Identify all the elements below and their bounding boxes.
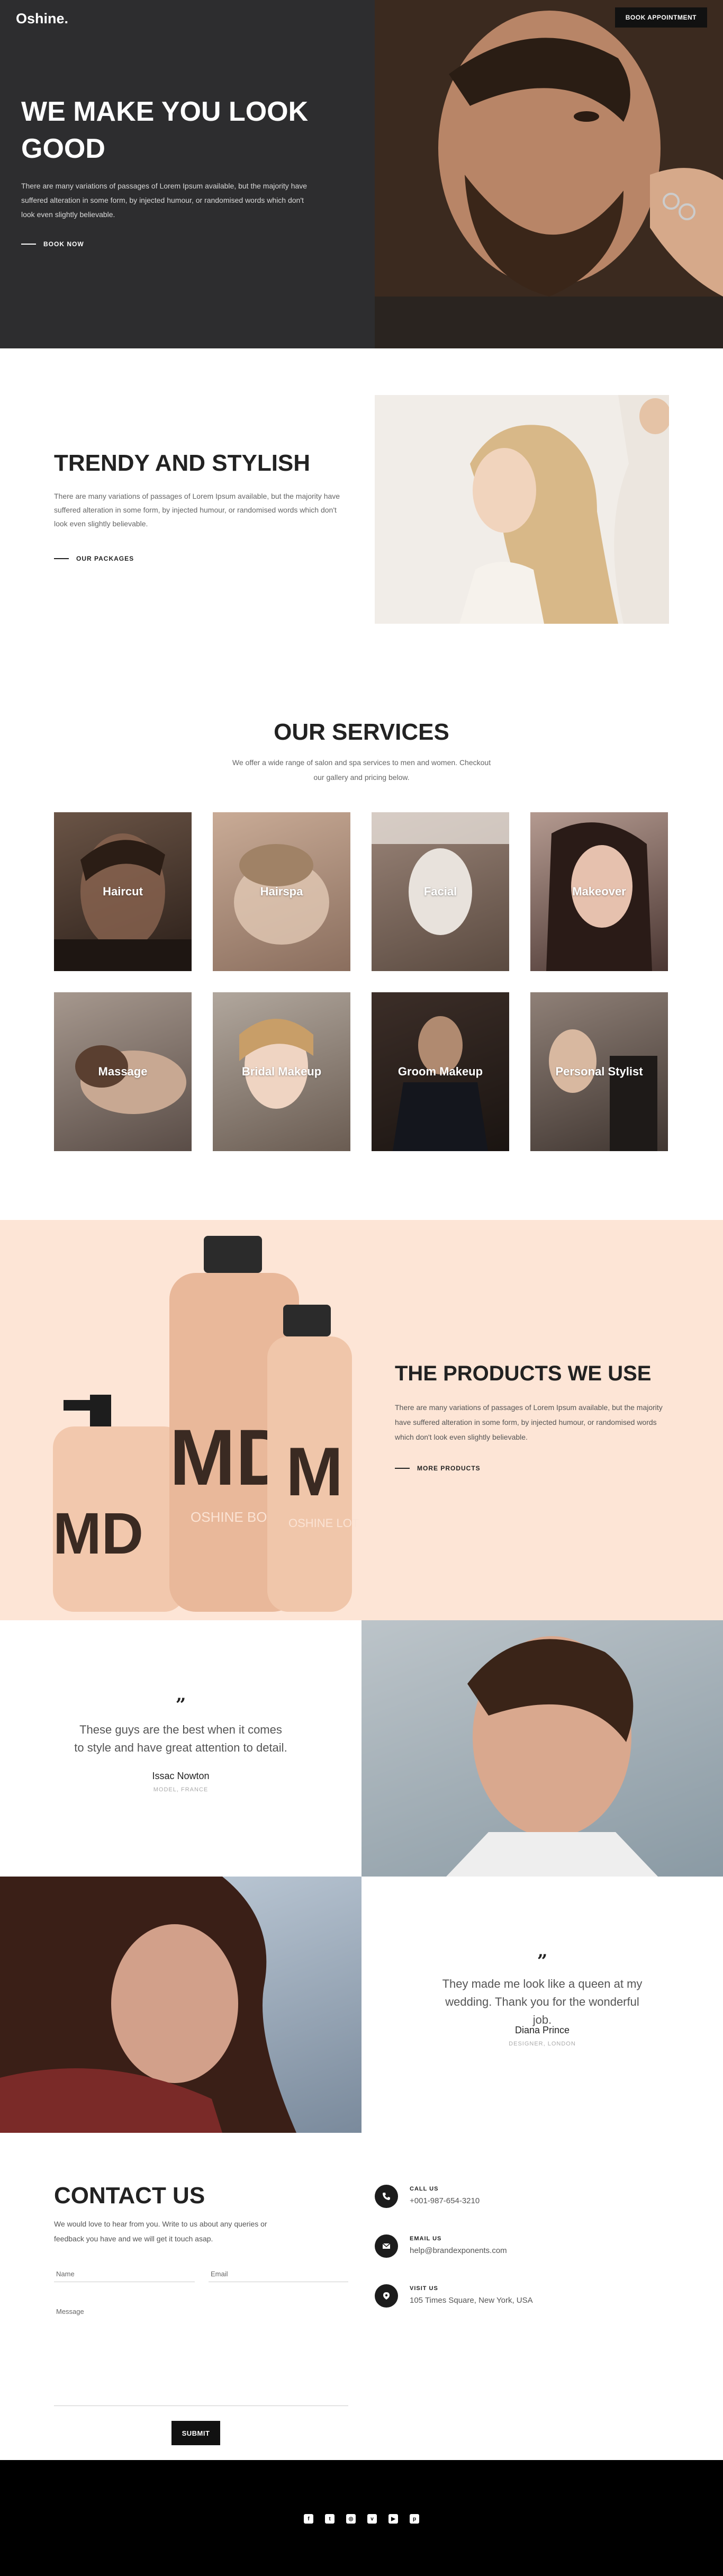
woman-portrait-illustration <box>0 1877 296 2133</box>
testimonial-name: Issac Nowton <box>152 1771 210 1781</box>
contact-item-body: CALL US +001-987-654-3210 <box>410 2185 480 2205</box>
testimonial-name: Diana Prince <box>514 2025 570 2035</box>
testimonial-2-image-woman <box>0 1877 362 2133</box>
testimonial-role: DESIGNER, LONDON <box>509 2041 576 2047</box>
hero-text: There are many variations of passages of… <box>21 182 308 219</box>
products-text: There are many variations of passages of… <box>395 1403 663 1441</box>
trendy-image-woman-hair <box>375 395 669 624</box>
service-card-makeover[interactable]: Makeover <box>530 812 668 971</box>
service-label: Personal Stylist <box>555 1065 643 1078</box>
our-packages-link[interactable]: OUR PACKAGES <box>54 555 134 562</box>
testimonial-1: ” These guys are the best when it comes … <box>0 1620 362 1877</box>
bottle-3-label: OSHINE LOTION <box>288 1516 360 1530</box>
hero-image-barber <box>375 0 723 348</box>
service-card-bridal-makeup[interactable]: Bridal Makeup <box>213 992 350 1151</box>
address-value: 105 Times Square, New York, USA <box>410 2296 533 2305</box>
quote-icon: ” <box>175 1694 186 1716</box>
more-products-label: MORE PRODUCTS <box>417 1465 481 1472</box>
phone-icon <box>375 2185 398 2208</box>
testimonial-quote: These guys are the best when it comes to… <box>74 1723 287 1754</box>
hero-section: Oshine. BOOK APPOINTMENT WE MAKE YOU LOO… <box>0 0 723 348</box>
service-label: Massage <box>98 1065 148 1078</box>
service-card-haircut[interactable]: Haircut <box>54 812 192 971</box>
services-subtitle: We offer a wide range of salon and spa s… <box>232 758 491 782</box>
service-card-massage[interactable]: Massage <box>54 992 192 1151</box>
book-appointment-button[interactable]: BOOK APPOINTMENT <box>614 7 707 28</box>
email-value[interactable]: help@brandexponents.com <box>410 2246 507 2255</box>
hero-panel <box>0 0 375 348</box>
twitter-icon[interactable]: t <box>325 2514 335 2524</box>
contact-item-body: EMAIL US help@brandexponents.com <box>410 2234 507 2255</box>
service-card-facial[interactable]: Facial <box>372 812 509 971</box>
product-bottles-image: MD MD OSHINE BODY WASH M OSHINE LOTION <box>53 1236 360 1612</box>
service-card-personal-stylist[interactable]: Personal Stylist <box>530 992 668 1151</box>
hero-title: WE MAKE YOU LOOK GOOD <box>21 96 309 164</box>
trendy-title: TRENDY AND STYLISH <box>54 450 311 476</box>
message-field[interactable] <box>54 2305 348 2406</box>
contact-item-label: VISIT US <box>410 2285 438 2292</box>
page: Oshine. BOOK APPOINTMENT WE MAKE YOU LOO… <box>0 0 723 2576</box>
pinterest-icon[interactable]: p <box>410 2514 419 2524</box>
service-label: Makeover <box>572 885 626 898</box>
barber-illustration <box>375 0 723 348</box>
testimonial-role: MODEL, FRANCE <box>153 1787 209 1793</box>
dash-icon <box>21 244 36 245</box>
contact-text: We would love to hear from you. Write to… <box>54 2220 267 2243</box>
logo[interactable]: Oshine. <box>16 11 68 27</box>
submit-button[interactable]: SUBMIT <box>171 2421 220 2445</box>
book-now-label: BOOK NOW <box>43 240 84 248</box>
phone-value[interactable]: +001-987-654-3210 <box>410 2196 480 2205</box>
youtube-icon[interactable]: ▶ <box>388 2514 398 2524</box>
bottle-1-text: MD <box>53 1501 143 1566</box>
woman-hair-illustration <box>375 395 669 624</box>
contact-item-label: CALL US <box>410 2186 439 2192</box>
vimeo-icon[interactable]: v <box>367 2514 377 2524</box>
trendy-text: There are many variations of passages of… <box>54 492 340 528</box>
service-card-groom-makeup[interactable]: Groom Makeup <box>372 992 509 1151</box>
quote-icon: ” <box>537 1951 548 1972</box>
name-field[interactable] <box>54 2266 195 2282</box>
contact-title: CONTACT US <box>54 2183 205 2209</box>
testimonial-quote: They made me look like a queen at my wed… <box>442 1977 643 2026</box>
service-label: Groom Makeup <box>397 1065 483 1078</box>
dash-icon <box>54 558 69 559</box>
services-title: OUR SERVICES <box>274 719 449 745</box>
service-label: Facial <box>423 885 457 898</box>
contact-item-body: VISIT US 105 Times Square, New York, USA <box>410 2284 533 2305</box>
bottle-3-text: M <box>286 1433 343 1510</box>
dash-icon <box>395 1468 410 1469</box>
contact-item-email: EMAIL US help@brandexponents.com <box>375 2234 507 2258</box>
service-label: Haircut <box>103 885 143 898</box>
service-card-hairspa[interactable]: Hairspa <box>213 812 350 971</box>
service-label: Bridal Makeup <box>241 1065 322 1078</box>
location-icon <box>375 2284 398 2308</box>
our-packages-label: OUR PACKAGES <box>76 555 134 562</box>
facebook-icon[interactable]: f <box>304 2514 313 2524</box>
service-label: Hairspa <box>260 885 303 898</box>
contact-item-call: CALL US +001-987-654-3210 <box>375 2185 480 2208</box>
testimonial-2: ” They made me look like a queen at my w… <box>362 1877 723 2133</box>
email-field[interactable] <box>209 2266 348 2282</box>
contact-item-label: EMAIL US <box>410 2236 442 2242</box>
book-now-link[interactable]: BOOK NOW <box>21 240 84 248</box>
man-portrait-illustration <box>446 1636 658 1877</box>
testimonial-1-image-man <box>362 1620 723 1877</box>
mail-icon <box>375 2234 398 2258</box>
social-links: f t ◎ v ▶ p <box>0 2514 723 2524</box>
instagram-icon[interactable]: ◎ <box>346 2514 356 2524</box>
contact-item-visit: VISIT US 105 Times Square, New York, USA <box>375 2284 533 2308</box>
products-title: THE PRODUCTS WE USE <box>395 1362 652 1385</box>
more-products-link[interactable]: MORE PRODUCTS <box>395 1465 481 1472</box>
